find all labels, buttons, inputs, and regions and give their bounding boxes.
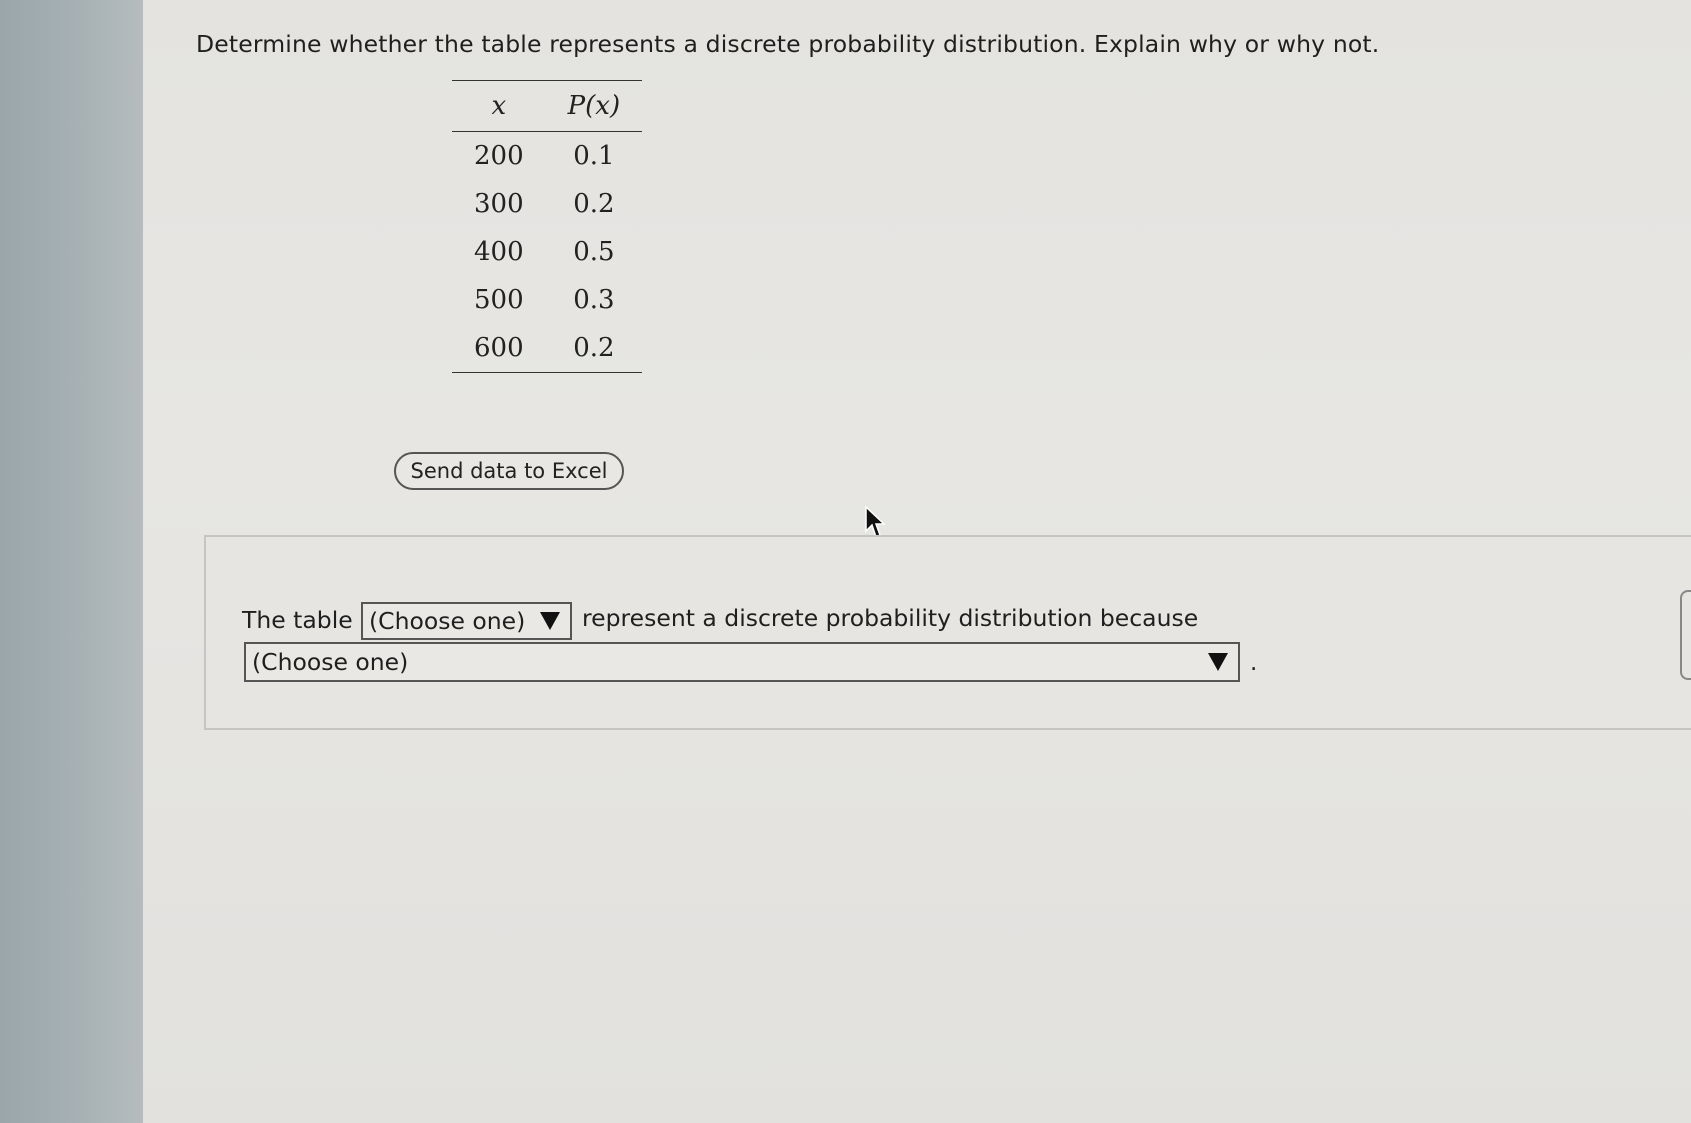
table-header-row: x P(x) xyxy=(452,80,643,132)
reason-choice-select[interactable]: (Choose one) xyxy=(244,642,1240,682)
represent-choice-select[interactable]: (Choose one) xyxy=(361,602,572,640)
table-row: 600 0.2 xyxy=(452,324,642,373)
side-panel-tab[interactable] xyxy=(1680,590,1691,680)
probability-table: x P(x) 200 0.1 300 0.2 400 0.5 500 0.3 6… xyxy=(452,80,643,373)
cell-x: 400 xyxy=(474,237,524,267)
table-row: 400 0.5 xyxy=(452,228,642,276)
triangle-down-icon xyxy=(1208,653,1228,671)
cell-x: 600 xyxy=(474,333,524,363)
cell-x: 300 xyxy=(474,189,524,219)
triangle-down-icon xyxy=(540,612,560,630)
cell-px: 0.2 xyxy=(573,333,615,363)
cell-px: 0.3 xyxy=(573,285,615,315)
sentence-period: . xyxy=(1250,650,1258,676)
table-row: 500 0.3 xyxy=(452,276,642,324)
answer-middle-text: represent a discrete probability distrib… xyxy=(582,604,1199,632)
cell-px: 0.2 xyxy=(573,189,615,219)
header-px: P(x) xyxy=(545,80,643,132)
cell-x: 500 xyxy=(474,285,524,315)
left-margin-strip xyxy=(0,0,143,1123)
cell-x: 200 xyxy=(474,141,524,171)
answer-prefix-text: The table xyxy=(242,606,353,634)
cell-px: 0.5 xyxy=(573,237,615,267)
reason-choice-value: (Choose one) xyxy=(252,648,409,676)
header-x: x xyxy=(452,80,546,132)
table-row: 300 0.2 xyxy=(452,180,642,228)
question-text: Determine whether the table represents a… xyxy=(196,30,1380,58)
represent-choice-value: (Choose one) xyxy=(369,607,526,635)
cell-px: 0.1 xyxy=(573,141,615,171)
send-to-excel-button[interactable]: Send data to Excel xyxy=(394,452,624,490)
table-row: 200 0.1 xyxy=(452,132,642,181)
